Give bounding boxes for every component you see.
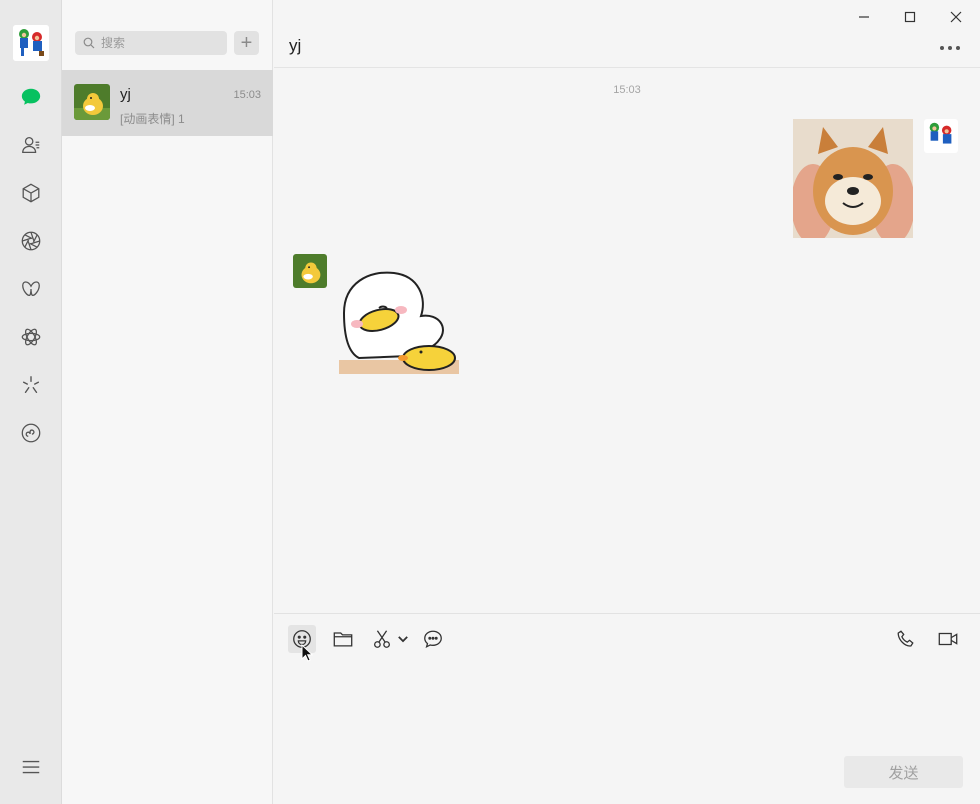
- top-stories-icon: [22, 376, 40, 394]
- conversation-preview: [动画表情] 1: [120, 112, 185, 126]
- chat-header: yj: [274, 0, 980, 68]
- close-icon: [950, 11, 962, 23]
- message-input[interactable]: [284, 664, 970, 744]
- folder-icon: [333, 632, 353, 647]
- contact-avatar[interactable]: [293, 254, 327, 288]
- user-avatar[interactable]: [13, 25, 49, 61]
- conversation-name: yj: [120, 86, 131, 103]
- conversation-item[interactable]: yj 15:03 [动画表情] 1: [62, 70, 273, 136]
- menu-icon: [22, 760, 40, 774]
- chat-panel: yj 15:03 发送: [274, 0, 980, 804]
- voice-call-button[interactable]: [892, 625, 920, 653]
- screenshot-options-button[interactable]: [396, 625, 410, 653]
- nav-moments[interactable]: [0, 223, 62, 259]
- moments-icon: [21, 231, 41, 251]
- mouse-pointer-icon: [301, 644, 313, 662]
- chat-history-icon: [424, 630, 442, 649]
- minimize-icon: [859, 16, 869, 18]
- navigation-rail: [0, 0, 62, 804]
- nav-contacts[interactable]: [0, 127, 62, 163]
- chat-history-button[interactable]: [419, 625, 447, 653]
- search-input[interactable]: [101, 36, 221, 50]
- conversation-avatar: [74, 84, 110, 120]
- more-button[interactable]: [940, 42, 960, 54]
- minimize-button[interactable]: [854, 8, 874, 26]
- phone-icon: [897, 630, 914, 647]
- message-area: 15:03: [274, 68, 980, 613]
- send-button[interactable]: 发送: [844, 756, 963, 788]
- conversation-time: 15:03: [233, 89, 261, 101]
- maximize-icon: [904, 11, 916, 23]
- received-sticker-message[interactable]: [339, 268, 459, 374]
- more-dot: [940, 46, 944, 50]
- nav-chat[interactable]: [0, 79, 62, 115]
- plus-icon: +: [240, 31, 253, 54]
- composer-toolbar: [274, 622, 980, 656]
- scissors-icon: [374, 630, 390, 648]
- nav-search-network[interactable]: [0, 319, 62, 355]
- chevron-down-icon: [398, 636, 408, 643]
- nav-mini-programs[interactable]: [0, 415, 62, 451]
- close-button[interactable]: [946, 8, 966, 26]
- nav-menu[interactable]: [0, 749, 62, 785]
- contacts-icon: [22, 137, 40, 153]
- composer-divider: [274, 613, 980, 614]
- video-icon: [938, 632, 958, 646]
- message-timestamp: 15:03: [613, 84, 641, 96]
- nav-top-stories[interactable]: [0, 367, 62, 403]
- file-button[interactable]: [329, 625, 357, 653]
- mini-programs-icon: [21, 423, 41, 443]
- video-call-button[interactable]: [934, 625, 962, 653]
- nav-favorites[interactable]: [0, 175, 62, 211]
- nav-channels[interactable]: [0, 271, 62, 307]
- search-network-icon: [21, 328, 41, 346]
- more-dot: [956, 46, 960, 50]
- sent-image-message[interactable]: [793, 119, 913, 238]
- search-box[interactable]: [75, 31, 227, 55]
- conversation-list-panel: + yj 15:03 [动画表情] 1: [62, 0, 273, 804]
- more-dot: [948, 46, 952, 50]
- favorites-icon: [22, 183, 40, 203]
- chat-icon: [21, 88, 41, 105]
- search-icon: [83, 37, 95, 49]
- maximize-button[interactable]: [900, 8, 920, 26]
- add-button[interactable]: +: [234, 31, 259, 55]
- channels-icon: [22, 281, 40, 297]
- screenshot-button[interactable]: [368, 625, 396, 653]
- sender-avatar[interactable]: [924, 119, 958, 153]
- chat-title: yj: [289, 36, 302, 55]
